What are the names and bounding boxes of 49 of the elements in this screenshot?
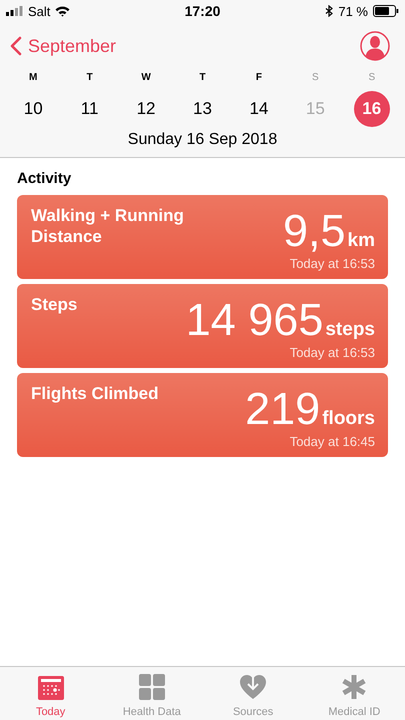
card-timestamp: Today at 16:45: [290, 434, 375, 449]
grid-icon: [138, 674, 165, 700]
profile-icon[interactable]: [360, 31, 390, 61]
weekday-letter: S: [312, 72, 319, 85]
day-button[interactable]: 11: [72, 91, 108, 127]
selected-date: Sunday 16 Sep 2018: [126, 131, 278, 149]
chevron-left-icon: [10, 36, 22, 56]
bluetooth-icon: [325, 5, 334, 17]
activity-card[interactable]: Steps 14 965 steps Today at 16:53: [17, 284, 388, 368]
asterisk-icon: [341, 674, 368, 700]
tab-button[interactable]: Health Data: [101, 667, 202, 720]
weekday-letter: F: [256, 72, 262, 85]
wifi-icon: [55, 6, 70, 16]
day-button[interactable]: 12: [128, 91, 164, 127]
weekday-letter: W: [141, 72, 151, 85]
card-timestamp: Today at 16:53: [290, 256, 375, 271]
day-button[interactable]: 14: [240, 91, 277, 127]
battery-percent: 71 %: [338, 4, 368, 18]
day-button[interactable]: 10: [15, 91, 52, 127]
weekday-letter: T: [199, 72, 206, 85]
activity-card[interactable]: Walking + Running Distance 9,5 km Today at 16:53: [17, 195, 388, 279]
card-timestamp: Today at 16:53: [290, 345, 375, 360]
card-title: Flights Climbed: [31, 383, 160, 405]
card-unit: floors: [322, 408, 375, 430]
card-value: 14 965: [186, 297, 324, 343]
activity-card[interactable]: Flights Climbed 219 floors Today at 16:45: [17, 373, 388, 457]
day-button[interactable]: 16: [354, 91, 390, 127]
card-value: 9,5: [282, 208, 346, 254]
tab-button[interactable]: Today: [0, 667, 102, 720]
card-title: Walking + Running Distance: [31, 205, 185, 248]
battery-icon: [373, 5, 399, 17]
weekday-letter: M: [29, 72, 38, 85]
day-button[interactable]: 13: [184, 91, 220, 127]
weekday-letter: S: [368, 72, 376, 85]
card-title: Steps: [31, 294, 78, 316]
card-value: 219: [245, 386, 320, 432]
status-time: 17:20: [184, 3, 220, 19]
card-unit: km: [348, 230, 375, 252]
heart-arrow-icon: [239, 674, 268, 700]
signal-icon: [6, 6, 23, 16]
tab-button[interactable]: Sources: [202, 667, 304, 720]
carrier-name: Salt: [28, 4, 50, 18]
tab-button[interactable]: Medical ID: [304, 667, 405, 720]
weekday-letter: T: [86, 72, 93, 85]
calendar-icon: [38, 676, 64, 700]
card-unit: steps: [325, 319, 375, 341]
day-button[interactable]: 15: [297, 91, 334, 127]
section-title: Activity: [17, 170, 72, 187]
back-button[interactable]: September: [10, 36, 116, 56]
